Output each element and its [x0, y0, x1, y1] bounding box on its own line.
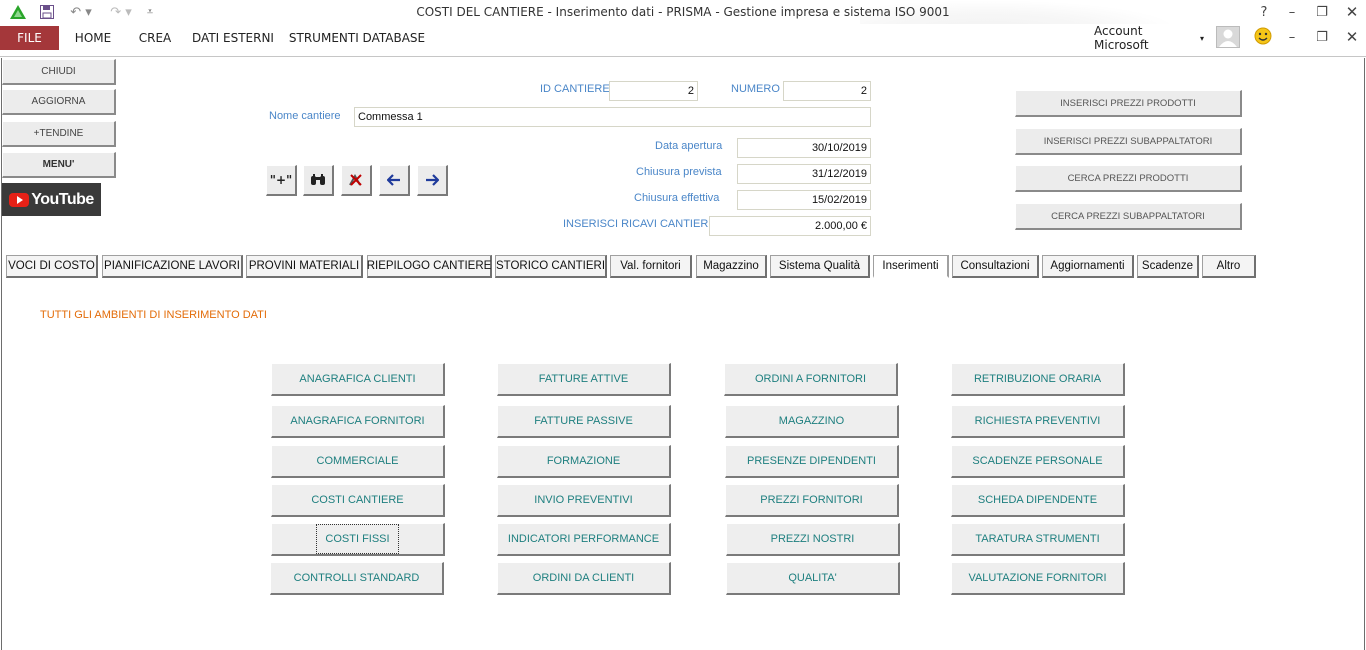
anagrafica-clienti-button[interactable]: ANAGRAFICA CLIENTI	[271, 363, 445, 396]
ordini-da-clienti-button[interactable]: ORDINI DA CLIENTI	[497, 562, 671, 595]
formazione-button[interactable]: FORMAZIONE	[497, 445, 671, 478]
arrow-left-icon	[387, 174, 400, 186]
account-label: Account Microsoft	[1094, 24, 1149, 52]
data-apertura-field[interactable]: 30/10/2019	[737, 138, 871, 158]
tendine-button[interactable]: +TENDINE	[2, 121, 116, 147]
presenze-dipendenti-button[interactable]: PRESENZE DIPENDENTI	[725, 445, 899, 478]
tab-scadenze[interactable]: Scadenze	[1137, 255, 1199, 278]
delete-record-button[interactable]	[341, 165, 372, 196]
new-record-button[interactable]: "+"	[266, 165, 297, 196]
magazzino-button[interactable]: MAGAZZINO	[725, 405, 899, 438]
tab-pianificazione-lavori[interactable]: PIANIFICAZIONE LAVORI	[102, 255, 243, 278]
ribbon-tab-dati-esterni[interactable]: DATI ESTERNI	[190, 26, 276, 50]
indicatori-performance-button[interactable]: INDICATORI PERFORMANCE	[497, 523, 671, 556]
prezzi-nostri-button[interactable]: PREZZI NOSTRI	[726, 523, 900, 556]
minimize-icon[interactable]: –	[1278, 2, 1306, 22]
inserisci-prezzi-prodotti-button[interactable]: INSERISCI PREZZI PRODOTTI	[1015, 90, 1242, 117]
valutazione-fornitori-button[interactable]: VALUTAZIONE FORNITORI	[951, 562, 1125, 595]
section-title: TUTTI GLI AMBIENTI DI INSERIMENTO DATI	[40, 309, 267, 321]
account-menu[interactable]: Account Microsoft ▾	[1094, 24, 1204, 52]
qualita-button[interactable]: QUALITA'	[726, 562, 900, 595]
tab-inserimenti[interactable]: Inserimenti	[873, 255, 949, 278]
ricavi-cantiere-field[interactable]: 2.000,00 €	[709, 216, 871, 236]
tab-magazzino[interactable]: Magazzino	[696, 255, 767, 278]
ordini-a-fornitori-button[interactable]: ORDINI A FORNITORI	[724, 363, 898, 396]
find-button[interactable]	[303, 165, 334, 196]
nome-cantiere-field[interactable]: Commessa 1	[354, 107, 871, 127]
window-title: COSTI DEL CANTIERE - Inserimento dati - …	[416, 5, 950, 19]
retribuzione-oraria-button[interactable]: RETRIBUZIONE ORARIA	[951, 363, 1125, 396]
anagrafica-fornitori-button[interactable]: ANAGRAFICA FORNITORI	[271, 405, 445, 438]
nome-cantiere-label: Nome cantiere	[269, 110, 341, 122]
invio-preventivi-button[interactable]: INVIO PREVENTIVI	[497, 484, 671, 517]
previous-record-button[interactable]	[379, 165, 410, 196]
scadenze-personale-button[interactable]: SCADENZE PERSONALE	[951, 445, 1125, 478]
numero-label: NUMERO	[731, 83, 780, 95]
help-button[interactable]: ?	[1250, 2, 1278, 22]
cerca-prezzi-subappaltatori-button[interactable]: CERCA PREZZI SUBAPPALTATORI	[1015, 203, 1242, 230]
chiusura-prevista-field[interactable]: 31/12/2019	[737, 164, 871, 184]
commerciale-button[interactable]: COMMERCIALE	[271, 445, 445, 478]
data-apertura-label: Data apertura	[655, 140, 723, 152]
prezzi-fornitori-button[interactable]: PREZZI FORNITORI	[725, 484, 899, 517]
ribbon-tab-crea[interactable]: CREA	[130, 26, 180, 50]
ribbon-close-icon[interactable]: ✕	[1338, 27, 1366, 47]
tab-riepilogo-cantiere[interactable]: RIEPILOGO CANTIERE	[367, 255, 492, 278]
avatar[interactable]	[1216, 26, 1240, 48]
id-cantiere-label: ID CANTIERE	[540, 83, 610, 95]
ribbon-tab-home[interactable]: HOME	[66, 26, 120, 50]
ribbon-tab-file[interactable]: FILE	[0, 26, 59, 50]
smiley-feedback-icon[interactable]	[1254, 27, 1274, 47]
costi-fissi-label: COSTI FISSI	[316, 524, 399, 554]
menu-button[interactable]: MENU'	[2, 152, 116, 178]
costi-cantiere-button[interactable]: COSTI CANTIERE	[271, 484, 445, 517]
tab-storico-cantieri[interactable]: STORICO CANTIERI	[495, 255, 607, 278]
inserisci-prezzi-subappaltatori-button[interactable]: INSERISCI PREZZI SUBAPPALTATORI	[1015, 128, 1242, 155]
tab-val-fornitori[interactable]: Val. fornitori	[610, 255, 692, 278]
costi-fissi-button[interactable]: COSTI FISSI	[271, 523, 445, 556]
binoculars-icon	[311, 174, 325, 185]
youtube-label: YouTube	[31, 190, 94, 208]
scheda-dipendente-button[interactable]: SCHEDA DIPENDENTE	[951, 484, 1125, 517]
taratura-strumenti-button[interactable]: TARATURA STRUMENTI	[951, 523, 1125, 556]
fatture-attive-button[interactable]: FATTURE ATTIVE	[497, 363, 671, 396]
chiudi-button[interactable]: CHIUDI	[2, 59, 116, 85]
tab-voci-di-costo[interactable]: VOCI DI COSTO	[6, 255, 98, 278]
ribbon-minimize-icon[interactable]: –	[1278, 27, 1306, 47]
tab-consultazioni[interactable]: Consultazioni	[952, 255, 1039, 278]
close-icon[interactable]: ✕	[1338, 2, 1366, 22]
chiusura-effettiva-label: Chiusura effettiva	[634, 192, 720, 204]
restore-icon[interactable]: ❐	[1308, 2, 1336, 22]
next-record-button[interactable]	[417, 165, 448, 196]
tab-aggiornamenti[interactable]: Aggiornamenti	[1042, 255, 1134, 278]
tab-sistema-qualita[interactable]: Sistema Qualità	[770, 255, 870, 278]
tab-altro[interactable]: Altro	[1202, 255, 1256, 278]
ricavi-cantiere-label: INSERISCI RICAVI CANTIERE	[563, 218, 716, 230]
ribbon-restore-icon[interactable]: ❐	[1308, 27, 1336, 47]
delete-record-icon	[349, 173, 362, 186]
cerca-prezzi-prodotti-button[interactable]: CERCA PREZZI PRODOTTI	[1015, 165, 1242, 192]
fatture-passive-button[interactable]: FATTURE PASSIVE	[497, 405, 671, 438]
numero-field[interactable]: 2	[783, 81, 871, 101]
tab-provini-materiali[interactable]: PROVINI MATERIALI	[246, 255, 363, 278]
chiusura-prevista-label: Chiusura prevista	[636, 166, 722, 178]
aggiorna-button[interactable]: AGGIORNA	[2, 89, 116, 115]
id-cantiere-field[interactable]: 2	[609, 81, 698, 101]
chiusura-effettiva-field[interactable]: 15/02/2019	[737, 190, 871, 210]
ribbon-tab-strumenti-database[interactable]: STRUMENTI DATABASE	[288, 26, 426, 50]
richiesta-preventivi-button[interactable]: RICHIESTA PREVENTIVI	[951, 405, 1125, 438]
youtube-button[interactable]: YouTube	[2, 183, 101, 216]
chevron-down-icon: ▾	[1199, 33, 1204, 43]
youtube-play-icon	[9, 192, 30, 207]
controlli-standard-button[interactable]: CONTROLLI STANDARD	[270, 562, 444, 595]
arrow-right-icon	[426, 174, 439, 186]
